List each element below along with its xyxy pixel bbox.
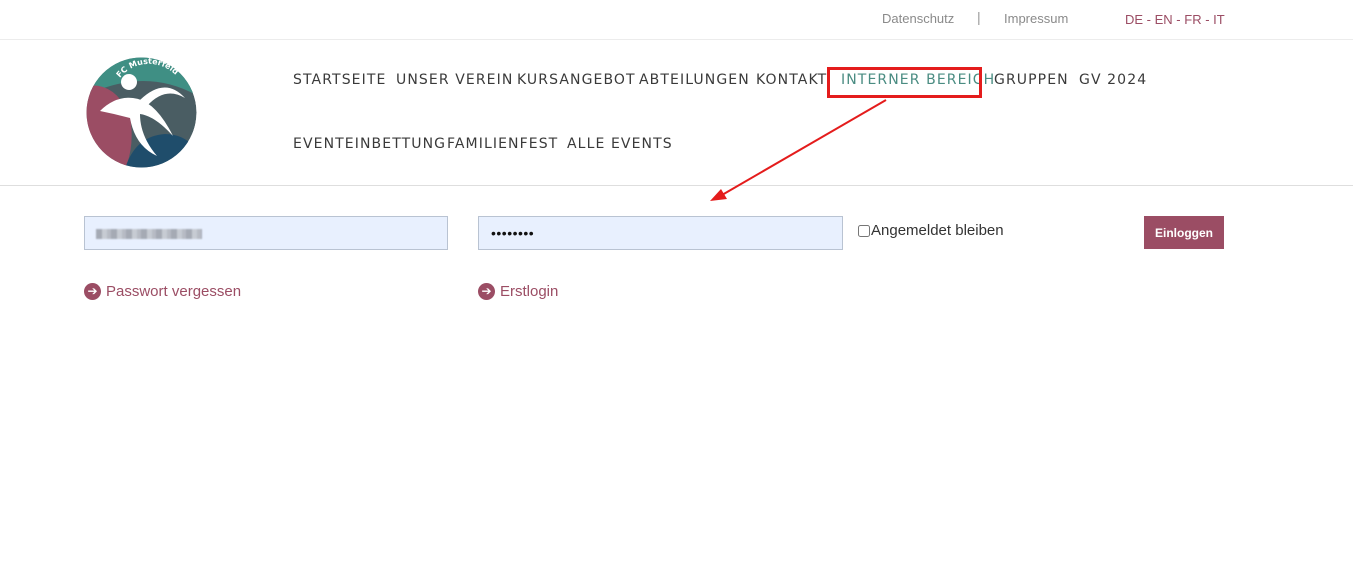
nav-gruppen[interactable]: GRUPPEN — [994, 72, 1069, 88]
lang-de[interactable]: DE — [1125, 12, 1143, 27]
nav-familienfest[interactable]: FAMILIENFEST — [447, 136, 558, 152]
lang-en[interactable]: EN — [1155, 12, 1173, 27]
annotation-highlight-box — [827, 67, 982, 98]
forgot-password-label: Passwort vergessen — [106, 283, 242, 300]
top-bar: Datenschutz | Impressum DE - EN - FR - I… — [0, 0, 1353, 40]
username-blurred-value — [96, 229, 202, 239]
arrow-circle-right-icon: ➔ — [84, 283, 101, 300]
lang-separator: - — [1201, 12, 1214, 27]
language-switcher: DE - EN - FR - IT — [1125, 12, 1225, 27]
remember-me-checkbox[interactable] — [858, 224, 870, 237]
site-header: FC Musterfeld STARTSEITE UNSER VEREIN KU… — [0, 40, 1353, 186]
lang-separator: - — [1172, 12, 1185, 27]
club-logo[interactable]: FC Musterfeld — [85, 56, 198, 169]
lang-it[interactable]: IT — [1213, 12, 1225, 27]
nav-eventeinbettung[interactable]: EVENTEINBETTUNG — [293, 136, 446, 152]
privacy-link[interactable]: Datenschutz — [882, 11, 954, 26]
nav-alle-events[interactable]: ALLE EVENTS — [567, 136, 673, 152]
imprint-link[interactable]: Impressum — [1004, 11, 1068, 26]
remember-me-label: Angemeldet bleiben — [871, 222, 1004, 239]
forgot-password-link[interactable]: ➔ Passwort vergessen — [84, 283, 241, 300]
nav-gv-2024[interactable]: GV 2024 — [1079, 72, 1147, 88]
first-login-label: Erstlogin — [500, 283, 559, 300]
lang-fr[interactable]: FR — [1184, 12, 1201, 27]
arrow-circle-right-icon: ➔ — [478, 283, 495, 300]
nav-unser-verein[interactable]: UNSER VEREIN — [396, 72, 513, 88]
first-login-link[interactable]: ➔ Erstlogin — [478, 283, 558, 300]
nav-abteilungen[interactable]: ABTEILUNGEN — [639, 72, 750, 88]
password-mask: •••••••• — [491, 225, 535, 241]
nav-kontakt[interactable]: KONTAKT — [756, 72, 827, 88]
nav-startseite[interactable]: STARTSEITE — [293, 72, 386, 88]
top-separator: | — [977, 9, 981, 25]
nav-kursangebot[interactable]: KURSANGEBOT — [517, 72, 636, 88]
login-button[interactable]: Einloggen — [1144, 216, 1224, 249]
lang-separator: - — [1143, 12, 1155, 27]
remember-me[interactable]: Angemeldet bleiben — [858, 222, 1004, 239]
